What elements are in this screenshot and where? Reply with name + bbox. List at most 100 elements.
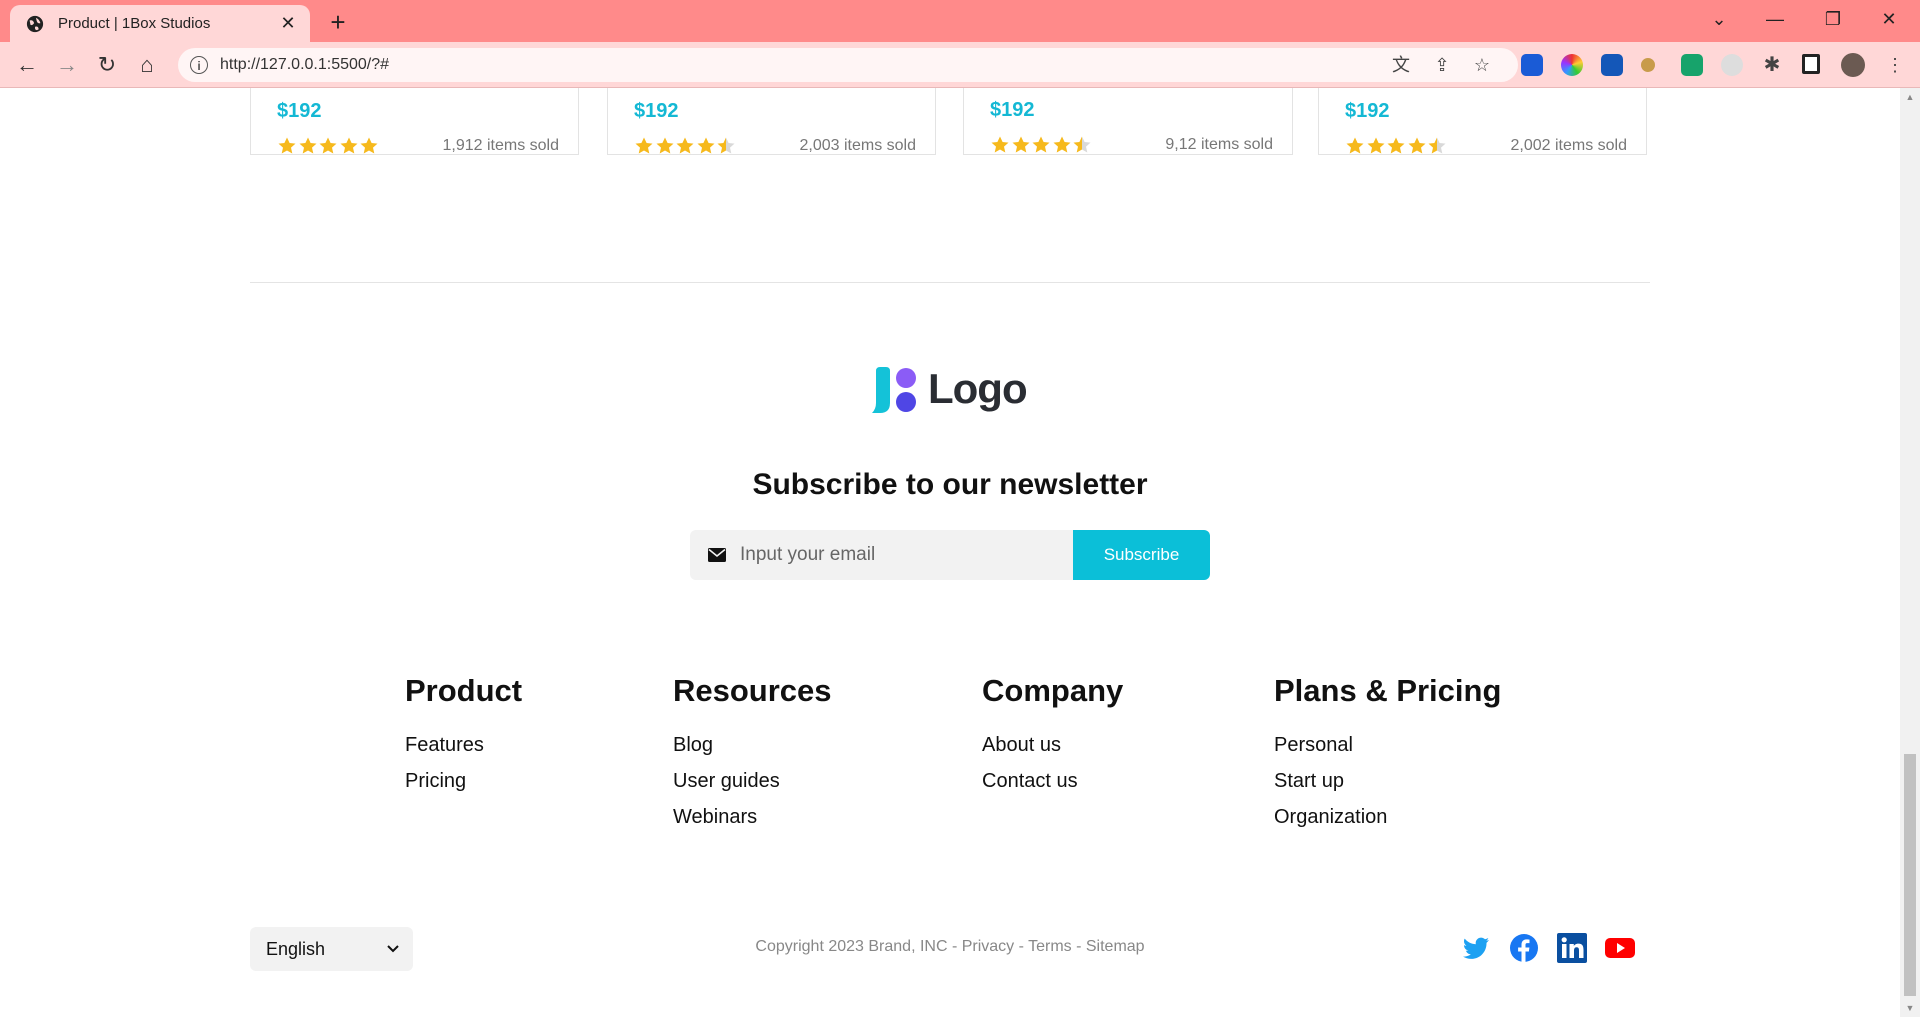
tab-close-icon[interactable]: ✕ (278, 13, 298, 34)
tab-search-icon[interactable]: ⌄ (1696, 0, 1742, 38)
linkedin-icon[interactable] (1557, 933, 1587, 963)
email-input[interactable] (738, 543, 1062, 567)
items-sold: 9,12 items sold (1165, 136, 1273, 153)
footer-link-user-guides[interactable]: User guides (673, 763, 832, 799)
bookmark-star-icon[interactable]: ☆ (1467, 48, 1497, 82)
minimize-button[interactable]: — (1752, 0, 1798, 38)
share-icon[interactable]: ⇪ (1427, 48, 1457, 82)
forward-button[interactable]: → (52, 50, 82, 80)
footer-link-personal[interactable]: Personal (1274, 727, 1501, 763)
star-icon (299, 137, 316, 154)
new-tab-button[interactable]: + (322, 6, 354, 38)
star-icon (278, 137, 296, 154)
star-icon (676, 137, 694, 154)
star-icon (717, 137, 735, 154)
product-card[interactable]: $192 2,003 items sold (607, 88, 936, 155)
column-heading: Resources (673, 673, 832, 708)
rating-stars (277, 136, 380, 156)
star-icon (1346, 137, 1364, 154)
footer-link-pricing[interactable]: Pricing (405, 763, 522, 799)
star-icon (656, 137, 673, 154)
back-button[interactable]: ← (12, 50, 42, 80)
star-icon (697, 137, 714, 154)
column-heading: Company (982, 673, 1124, 708)
side-panel-icon[interactable] (1802, 54, 1820, 74)
jira-extension-icon[interactable] (1601, 54, 1623, 76)
site-info-icon[interactable]: i (190, 56, 208, 74)
rating-stars (634, 136, 737, 156)
product-price: $192 (1345, 100, 1390, 122)
product-price: $192 (277, 100, 322, 122)
product-price: $192 (990, 99, 1035, 121)
footer-column-product: Product Features Pricing (405, 673, 522, 799)
rating-stars (990, 135, 1093, 155)
close-window-button[interactable]: ✕ (1866, 0, 1912, 38)
star-icon (1367, 137, 1384, 154)
product-card[interactable]: $192 1,912 items sold (250, 88, 579, 155)
star-icon (1408, 137, 1425, 154)
cookie-extension-icon[interactable] (1641, 58, 1655, 72)
globe-icon (26, 15, 44, 32)
facebook-icon[interactable] (1509, 933, 1539, 963)
product-card[interactable]: $192 9,12 items sold (963, 88, 1293, 155)
mail-icon (708, 548, 726, 562)
star-icon (340, 137, 357, 154)
star-icon (1073, 136, 1091, 153)
column-heading: Plans & Pricing (1274, 673, 1502, 708)
footer-link-about-us[interactable]: About us (982, 727, 1123, 763)
extensions-puzzle-icon[interactable]: ✱ (1757, 48, 1787, 82)
browser-toolbar: ← → ↻ ⌂ i http://127.0.0.1:5500/?# 文 ⇪ ☆… (0, 42, 1920, 88)
page-viewport: $192 1,912 items sold $192 2,003 items s… (0, 88, 1900, 1017)
subscribe-button[interactable]: Subscribe (1073, 530, 1210, 580)
browser-menu-icon[interactable]: ⋮ (1880, 48, 1910, 82)
browser-tab-strip: Product | 1Box Studios ✕ + ⌄ — ❐ ✕ (0, 0, 1920, 42)
scrollbar-thumb[interactable] (1904, 754, 1916, 996)
star-icon (319, 137, 337, 154)
column-heading: Product (405, 673, 523, 708)
rating-stars (1345, 136, 1448, 156)
logo-mark-icon (872, 367, 916, 413)
star-icon (1387, 137, 1405, 154)
page-scrollbar[interactable]: ▲ ▼ (1900, 88, 1920, 1017)
translate-icon[interactable]: 文 (1386, 48, 1416, 82)
profile-avatar[interactable] (1841, 53, 1865, 77)
footer-link-start-up[interactable]: Start up (1274, 763, 1501, 799)
footer-link-webinars[interactable]: Webinars (673, 799, 832, 835)
shield-extension-icon[interactable] (1681, 54, 1703, 76)
browser-tab[interactable]: Product | 1Box Studios ✕ (10, 5, 310, 42)
address-bar[interactable]: i http://127.0.0.1:5500/?# (178, 48, 1518, 82)
url-text: http://127.0.0.1:5500/?# (220, 56, 390, 73)
scroll-down-arrow-icon[interactable]: ▼ (1904, 1003, 1916, 1015)
color-picker-extension-icon[interactable] (1561, 54, 1583, 76)
footer-column-company: Company About us Contact us (982, 673, 1123, 799)
items-sold: 2,002 items sold (1510, 137, 1627, 154)
star-icon (1053, 136, 1070, 153)
items-sold: 2,003 items sold (799, 137, 916, 154)
restore-button[interactable]: ❐ (1810, 0, 1856, 38)
footer-logo[interactable]: Logo (870, 365, 1030, 415)
footer-link-contact-us[interactable]: Contact us (982, 763, 1123, 799)
footer-column-plans: Plans & Pricing Personal Start up Organi… (1274, 673, 1501, 835)
footer-column-resources: Resources Blog User guides Webinars (673, 673, 832, 835)
reload-button[interactable]: ↻ (92, 50, 122, 80)
product-price: $192 (634, 100, 679, 122)
home-button[interactable]: ⌂ (132, 50, 162, 80)
youtube-icon[interactable] (1605, 933, 1635, 963)
scroll-up-arrow-icon[interactable]: ▲ (1904, 92, 1916, 104)
footer-link-organization[interactable]: Organization (1274, 799, 1501, 835)
items-sold: 1,912 items sold (442, 137, 559, 154)
product-card[interactable]: $192 2,002 items sold (1318, 88, 1647, 155)
tab-title: Product | 1Box Studios (58, 15, 211, 32)
star-icon (1428, 137, 1446, 154)
compass-extension-icon[interactable] (1721, 54, 1743, 76)
bitwarden-extension-icon[interactable] (1521, 54, 1543, 76)
footer-link-blog[interactable]: Blog (673, 727, 832, 763)
twitter-icon[interactable] (1461, 933, 1491, 963)
footer-link-features[interactable]: Features (405, 727, 522, 763)
logo-text: Logo (928, 365, 1028, 412)
star-icon (635, 137, 653, 154)
newsletter-title: Subscribe to our newsletter (752, 468, 1148, 501)
footer-divider (250, 282, 1650, 283)
email-field[interactable] (690, 530, 1073, 580)
star-icon (1032, 136, 1050, 153)
